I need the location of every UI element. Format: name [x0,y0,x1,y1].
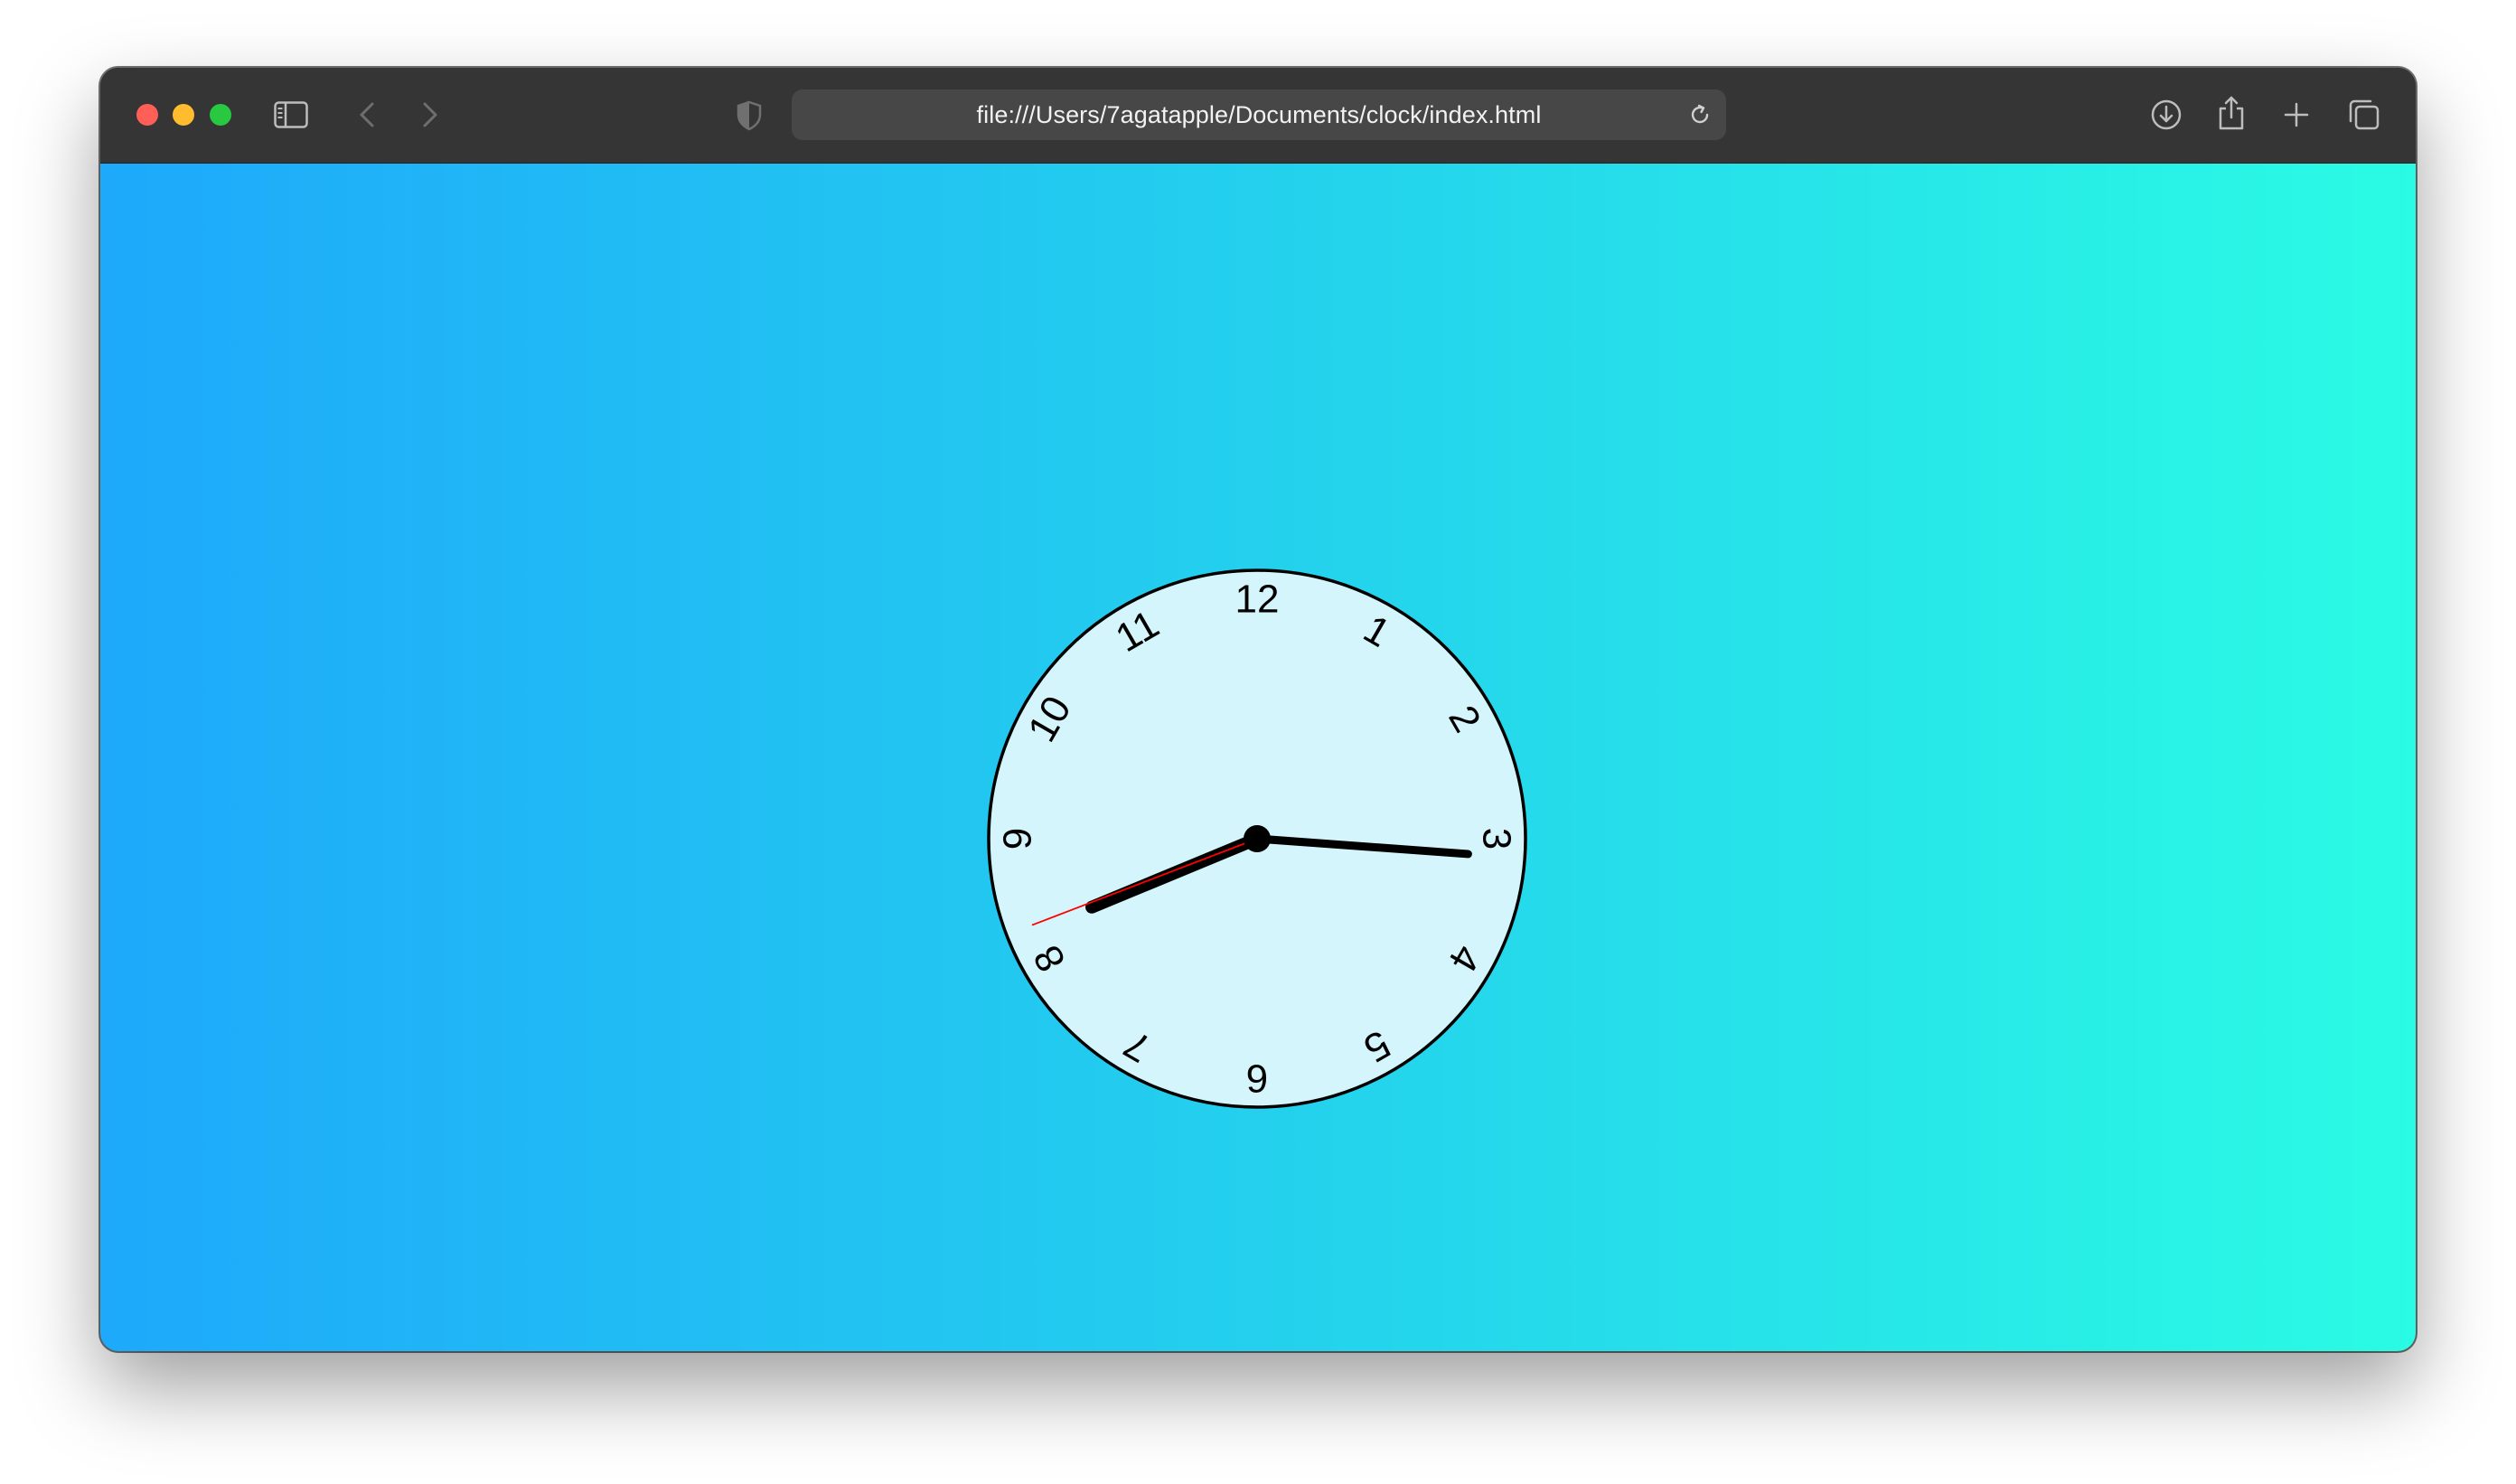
download-icon[interactable] [2148,97,2184,133]
share-icon[interactable] [2215,93,2248,133]
minimize-window-button[interactable] [173,104,194,126]
browser-toolbar: file:///Users/7agatapple/Documents/clock… [100,68,2416,164]
browser-window: file:///Users/7agatapple/Documents/clock… [100,68,2416,1351]
clock: 121234567891011 [987,568,1527,1109]
clock-numeral: 12 [1235,578,1280,622]
url-text[interactable]: file:///Users/7agatapple/Documents/clock… [792,89,1726,140]
reload-icon[interactable] [1686,101,1713,128]
tabs-overview-icon[interactable] [2346,97,2382,133]
clock-numeral: 9 [996,828,1040,850]
close-window-button[interactable] [136,104,158,126]
chevron-left-icon[interactable] [353,99,380,131]
clock-center-cap [1244,825,1271,852]
zoom-window-button[interactable] [210,104,231,126]
chevron-right-icon[interactable] [417,99,444,131]
address-bar[interactable]: file:///Users/7agatapple/Documents/clock… [792,89,1726,140]
sidebar-icon[interactable] [273,99,309,130]
page-content: 12 1 2 3 4 5 6 7 8 9 10 11 [100,164,2416,1351]
clock-numeral: 6 [1246,1057,1268,1101]
clock-numeral: 3 [1475,828,1519,850]
plus-icon[interactable] [2280,99,2313,131]
shield-icon[interactable] [733,99,765,133]
